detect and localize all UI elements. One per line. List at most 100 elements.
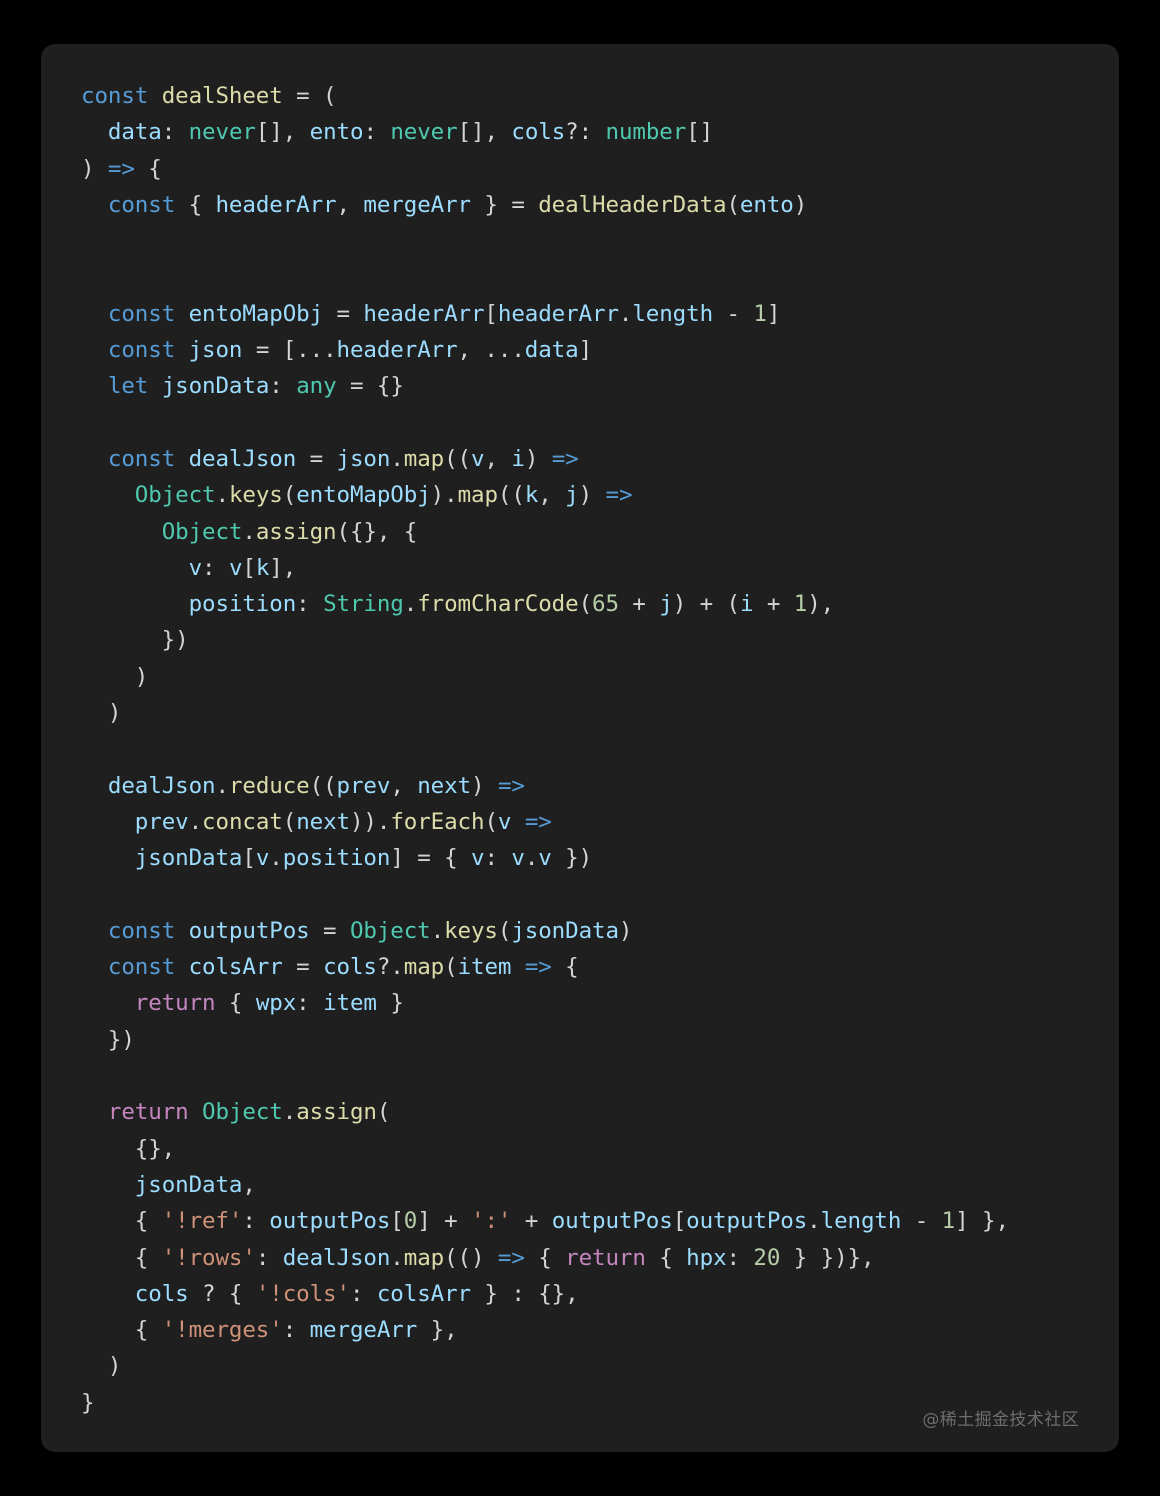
code-token-punc — [175, 446, 188, 472]
code-token-var: ento — [739, 191, 794, 218]
code-token-var: entoMapObj — [296, 482, 431, 509]
code-token-var: headerArr — [497, 300, 619, 327]
code-token-punc: (( — [309, 772, 337, 799]
code-token-kw: const — [107, 191, 176, 218]
code-token-func: map — [403, 954, 445, 981]
code-token-punc: [ — [242, 554, 256, 581]
code-token-punc: { — [551, 954, 579, 981]
code-token-punc: ( — [578, 591, 593, 618]
screenshot-root: const dealSheet = ( data: never[], ento:… — [0, 0, 1160, 1496]
code-token-punc: = [... — [242, 337, 337, 364]
code-token-func: map — [403, 445, 445, 472]
code-token-kw: const — [107, 954, 176, 981]
code-token-punc — [81, 954, 108, 980]
code-token-punc: } — [376, 990, 404, 1017]
code-token-punc — [81, 519, 162, 545]
code-token-var: i — [739, 591, 754, 618]
code-token-func: fromCharCode — [417, 591, 579, 618]
code-token-punc — [81, 1172, 135, 1198]
code-line: { '!rows': dealJson.map(() => { return {… — [81, 1240, 1107, 1276]
code-token-punc: ({}, { — [336, 518, 418, 545]
code-token-type: number — [605, 119, 687, 146]
code-line: data: never[], ento: never[], cols?: num… — [81, 114, 1107, 150]
code-token-punc: . — [390, 1244, 404, 1271]
code-token-var: jsonData — [134, 1171, 243, 1198]
code-token-kw: => — [551, 445, 579, 472]
code-token-type: String — [323, 591, 404, 618]
code-snippet-card: const dealSheet = ( data: never[], ento:… — [41, 44, 1119, 1452]
code-line: ) => { — [81, 151, 1107, 187]
code-token-punc: + — [511, 1208, 552, 1235]
code-line: return Object.assign( — [81, 1094, 1107, 1130]
code-token-punc: . — [807, 1208, 821, 1235]
code-token-punc: : — [484, 845, 512, 872]
code-token-punc: = ( — [282, 83, 337, 109]
code-token-var: wpx — [255, 990, 297, 1017]
code-token-punc: ( — [484, 808, 498, 835]
code-token-punc: )). — [349, 808, 391, 835]
code-token-type: Object — [134, 482, 216, 509]
code-token-var: data — [524, 337, 579, 364]
code-token-kw: => — [107, 155, 135, 182]
code-token-punc: : — [296, 591, 324, 618]
code-token-func: dealSheet — [161, 83, 283, 109]
code-token-var: headerArr — [363, 300, 485, 327]
code-line: const outputPos = Object.keys(jsonData) — [81, 913, 1107, 949]
code-token-var: v — [471, 845, 485, 872]
code-token-punc: + — [618, 591, 660, 618]
code-token-var: next — [417, 772, 472, 799]
code-line: ) — [81, 1348, 1107, 1384]
code-token-punc: ( — [726, 191, 740, 218]
code-token-var: v — [228, 554, 243, 581]
code-token-kw: const — [107, 917, 176, 944]
code-token-punc: = — [323, 300, 364, 327]
code-token-punc: { — [81, 1208, 162, 1235]
code-token-punc: ] }, — [955, 1208, 1009, 1235]
code-token-punc: (() — [444, 1244, 498, 1271]
code-token-func: assign — [255, 518, 337, 545]
code-token-punc: , — [538, 482, 566, 509]
code-token-var: cols — [323, 954, 377, 981]
code-token-func: keys — [444, 917, 498, 944]
code-token-punc: ( — [376, 1099, 391, 1126]
code-token-var: outputPos — [551, 1208, 673, 1235]
code-token-var: outputPos — [686, 1208, 808, 1235]
code-token-punc: } = — [470, 191, 539, 218]
code-token-func: map — [457, 482, 498, 509]
code-token-kw: => — [605, 482, 633, 509]
code-token-punc — [81, 990, 135, 1016]
code-token-var: headerArr — [215, 191, 337, 218]
code-token-str: '!cols' — [255, 1280, 350, 1307]
code-token-var: item — [323, 990, 377, 1017]
code-token-var: length — [632, 300, 714, 327]
code-token-var: mergeArr — [363, 191, 471, 218]
code-token-punc: : — [296, 990, 324, 1017]
code-token-var: v — [255, 845, 270, 872]
code-token-punc — [81, 373, 108, 399]
code-token-var: v — [511, 845, 525, 872]
code-token-punc: . — [215, 772, 229, 799]
code-token-punc: . — [242, 518, 256, 545]
code-token-punc: ) — [81, 663, 149, 690]
code-token-var: v — [497, 808, 512, 835]
code-token-var: next — [296, 808, 350, 835]
code-token-punc: [ — [390, 1208, 404, 1235]
code-line: const { headerArr, mergeArr } = dealHead… — [81, 187, 1107, 223]
code-token-var: outputPos — [188, 917, 310, 944]
code-token-punc: , — [242, 1171, 256, 1198]
code-token-var: i — [511, 445, 525, 472]
code-token-func: dealHeaderData — [538, 191, 727, 218]
code-token-punc — [81, 482, 135, 508]
code-token-punc — [81, 555, 189, 581]
code-token-kw: => — [524, 954, 552, 981]
code-token-punc: ) — [524, 445, 552, 472]
code-token-var: dealJson — [107, 772, 216, 799]
code-token-punc: . — [403, 591, 418, 618]
code-token-punc: }) — [551, 845, 593, 872]
code-token-punc: { — [134, 155, 162, 182]
code-token-punc: . — [390, 445, 404, 472]
code-token-punc: = — [296, 445, 337, 472]
code-token-punc: , — [336, 191, 364, 218]
code-token-punc: ] = { — [390, 845, 471, 872]
